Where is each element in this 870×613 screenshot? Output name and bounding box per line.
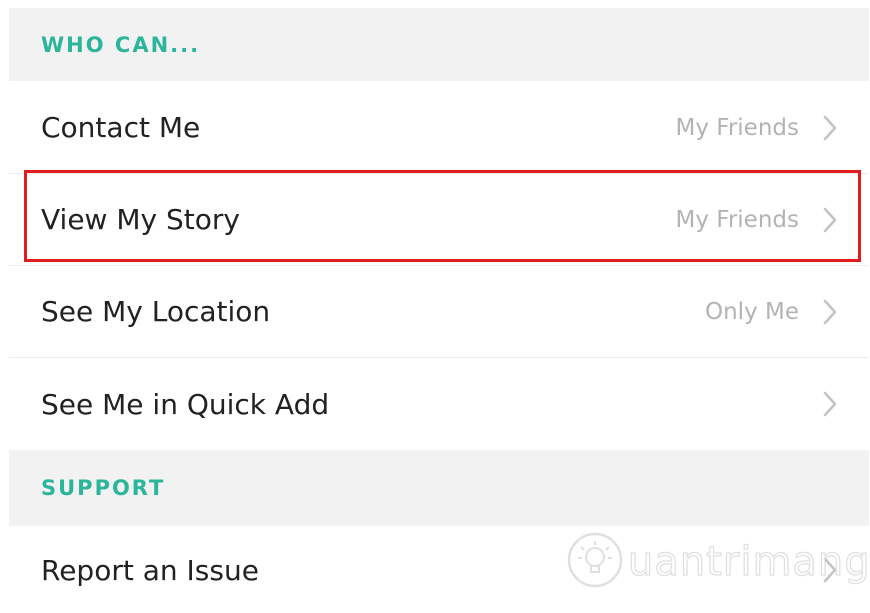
- row-value: My Friends: [675, 206, 799, 233]
- section-header-support: SUPPORT: [9, 450, 869, 526]
- settings-row-see-my-location[interactable]: See My Location Only Me: [9, 266, 869, 358]
- privacy-settings-screen: WHO CAN... Contact Me My Friends View My…: [0, 0, 870, 613]
- chevron-right-icon: [821, 206, 839, 234]
- row-label: View My Story: [41, 203, 240, 236]
- settings-row-report-an-issue[interactable]: Report an Issue: [9, 527, 869, 613]
- row-label: See Me in Quick Add: [41, 387, 330, 421]
- section-header-label: WHO CAN...: [41, 32, 201, 57]
- chevron-right-icon: [821, 298, 839, 326]
- settings-row-view-my-story[interactable]: View My Story My Friends: [9, 174, 869, 266]
- settings-row-contact-me[interactable]: Contact Me My Friends: [9, 82, 869, 174]
- chevron-right-icon: [821, 390, 839, 418]
- settings-row-see-me-in-quick-add[interactable]: See Me in Quick Add: [9, 358, 869, 450]
- row-label: Report an Issue: [41, 553, 259, 587]
- row-label: See My Location: [41, 295, 271, 328]
- chevron-right-icon: [821, 556, 839, 584]
- section-header-who-can: WHO CAN...: [9, 8, 869, 81]
- chevron-right-icon: [821, 114, 839, 142]
- row-label: Contact Me: [41, 111, 201, 144]
- row-value: Only Me: [705, 298, 799, 325]
- row-value: My Friends: [675, 114, 799, 141]
- section-header-label: SUPPORT: [41, 476, 166, 500]
